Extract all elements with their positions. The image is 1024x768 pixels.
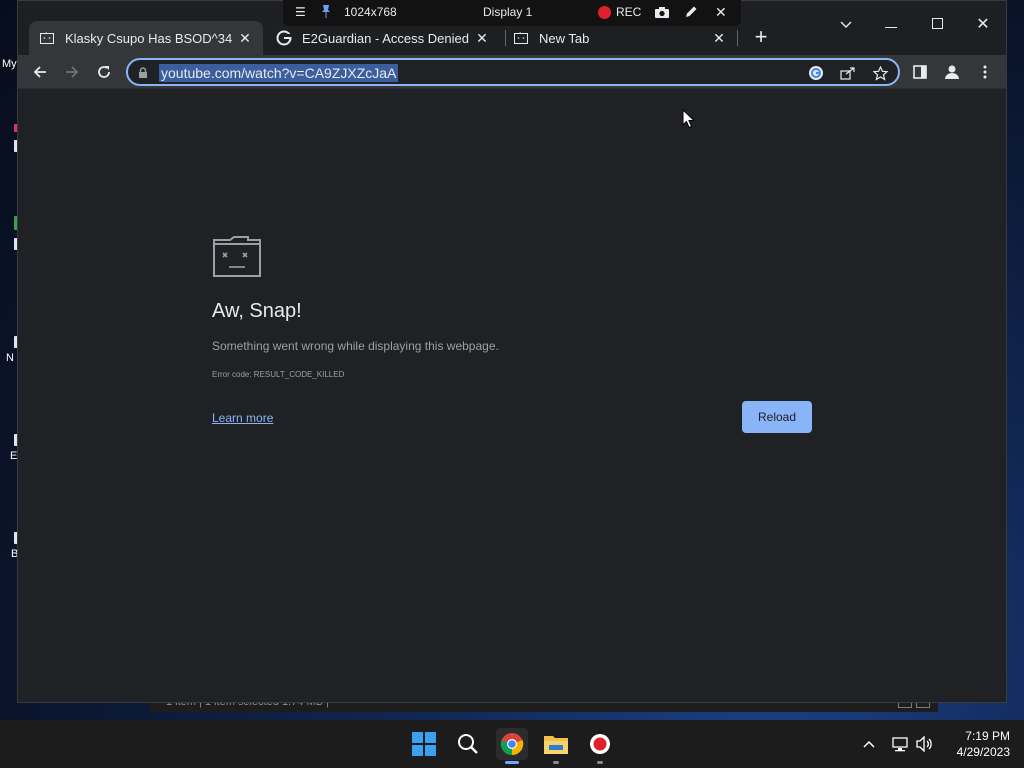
mouse-cursor-icon [682,109,695,129]
close-icon[interactable]: ✕ [474,30,490,46]
learn-more-link[interactable]: Learn more [212,411,273,425]
tab-title: New Tab [539,30,590,46]
sad-folder-icon [513,30,529,46]
windows-start-icon[interactable] [408,728,440,760]
google-icon [276,30,292,46]
network-icon[interactable] [891,734,911,754]
error-message: Something went wrong while displaying th… [212,339,499,353]
display-label[interactable]: Display 1 [483,5,532,19]
address-bar[interactable]: youtube.com/watch?v=CA9ZJXZcJaA [126,58,900,86]
error-title: Aw, Snap! [212,300,302,322]
desktop-icon-label: N [6,352,14,364]
pin-icon[interactable] [321,4,331,21]
new-tab-button[interactable]: + [749,26,773,50]
browser-window: Klasky Csupo Has BSOD^34 - Yo ✕ E2Guardi… [17,0,1007,703]
file-explorer-icon[interactable] [540,728,572,764]
recorder-app-icon[interactable] [584,728,616,764]
chrome-icon[interactable] [496,728,528,764]
tab-title: E2Guardian - Access Denied [302,30,469,46]
back-arrow-icon[interactable] [28,60,52,84]
tab-e2guardian[interactable]: E2Guardian - Access Denied ✕ [266,21,500,55]
google-lens-icon[interactable] [806,63,826,83]
volume-icon[interactable] [915,734,935,754]
error-code: Error code: RESULT_CODE_KILLED [212,370,345,379]
screen-recorder-bar: ☰ 1024x768 Display 1 REC ✕ [283,0,741,26]
close-icon[interactable]: ✕ [715,4,727,21]
pencil-icon[interactable] [684,5,698,22]
running-indicator [553,761,559,764]
sad-folder-icon [39,30,55,46]
error-page: Aw, Snap! Something went wrong while dis… [18,90,1006,702]
desktop-icon-label: My [2,58,17,70]
side-panel-icon[interactable] [908,60,932,84]
browser-toolbar: youtube.com/watch?v=CA9ZJXZcJaA [18,55,1006,89]
tab-separator [737,30,738,46]
share-icon[interactable] [838,63,858,83]
address-text[interactable]: youtube.com/watch?v=CA9ZJXZcJaA [159,64,399,82]
tab-search-chevron-icon[interactable] [826,13,866,37]
close-icon[interactable]: ✕ [237,30,253,46]
bookmark-star-icon[interactable] [870,63,890,83]
sad-folder-icon [213,236,261,277]
resolution-label: 1024x768 [344,5,397,19]
active-indicator [505,761,519,764]
reload-icon[interactable] [92,60,116,84]
camera-icon[interactable] [654,6,670,22]
lock-icon[interactable] [138,66,148,84]
clock-date: 4/29/2023 [956,745,1010,759]
chevron-up-icon[interactable] [859,734,879,754]
clock-time: 7:19 PM [965,729,1010,743]
menu-lines-icon[interactable]: ☰ [295,5,306,19]
forward-arrow-icon[interactable] [60,60,84,84]
rec-label[interactable]: REC [616,5,641,19]
taskbar: 7:19 PM 4/29/2023 [0,720,1024,768]
search-icon[interactable] [452,728,484,760]
tab-title: Klasky Csupo Has BSOD^34 - Yo [65,30,235,46]
menu-dots-icon[interactable] [973,60,997,84]
reload-button[interactable]: Reload [742,401,812,433]
running-indicator [597,761,603,764]
tab-new-tab[interactable]: New Tab ✕ [503,21,737,55]
close-window-button[interactable]: ✕ [963,13,1003,37]
record-dot-icon [598,6,611,19]
minimize-button[interactable] [871,13,911,37]
tab-klasky[interactable]: Klasky Csupo Has BSOD^34 - Yo ✕ [29,21,263,55]
maximize-button[interactable] [917,13,957,37]
close-icon[interactable]: ✕ [711,30,727,46]
profile-icon[interactable] [940,60,964,84]
system-clock[interactable]: 7:19 PM 4/29/2023 [957,728,1010,760]
